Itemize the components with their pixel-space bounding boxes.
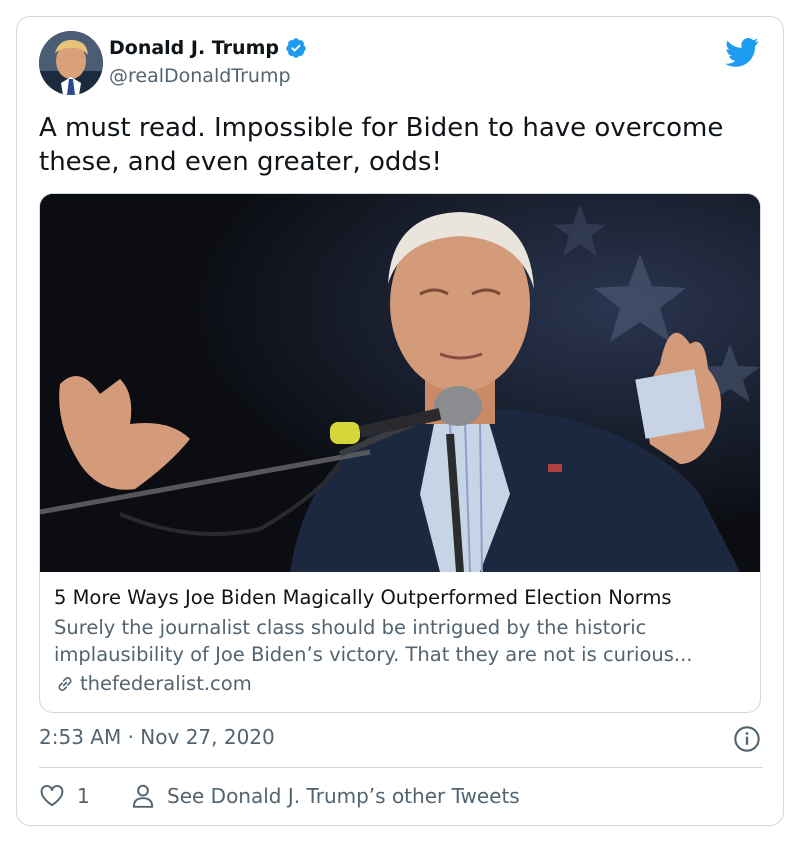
card-domain[interactable]: thefederalist.com <box>80 672 252 695</box>
link-icon <box>58 676 72 691</box>
twitter-bird-icon[interactable] <box>725 37 759 67</box>
article-photo[interactable] <box>40 194 760 572</box>
avatar-photo <box>39 31 103 95</box>
like-count: 1 <box>77 784 90 808</box>
verified-badge-icon <box>286 38 306 58</box>
author-handle[interactable]: @realDonaldTrump <box>109 65 291 87</box>
card-domain-row[interactable]: thefederalist.com <box>54 672 252 695</box>
timestamp-separator: · <box>127 725 134 749</box>
person-icon <box>132 784 154 808</box>
heart-icon[interactable] <box>39 783 65 809</box>
like-button[interactable]: 1 <box>39 783 90 809</box>
avatar[interactable] <box>39 31 103 95</box>
author-name[interactable]: Donald J. Trump <box>109 37 279 59</box>
divider <box>39 767 763 768</box>
tweet-timestamp[interactable]: 2:53 AM · Nov 27, 2020 <box>39 725 275 749</box>
tweet-text: A must read. Impossible for Biden to hav… <box>39 113 724 177</box>
card-title[interactable]: 5 More Ways Joe Biden Magically Outperfo… <box>54 586 750 609</box>
see-other-tweets-label[interactable]: See Donald J. Trump’s other Tweets <box>167 784 520 808</box>
tweet-card: Donald J. Trump @realDonaldTrump A must … <box>16 16 784 826</box>
info-icon[interactable] <box>733 725 761 753</box>
tweet-time[interactable]: 2:53 AM <box>39 725 121 749</box>
see-other-tweets-link[interactable]: See Donald J. Trump’s other Tweets <box>131 783 520 809</box>
tweet-date[interactable]: Nov 27, 2020 <box>140 725 274 749</box>
card-description: Surely the journalist class should be in… <box>54 616 693 666</box>
link-preview-card[interactable]: 5 More Ways Joe Biden Magically Outperfo… <box>39 193 761 713</box>
author-name-row[interactable]: Donald J. Trump <box>109 37 307 59</box>
